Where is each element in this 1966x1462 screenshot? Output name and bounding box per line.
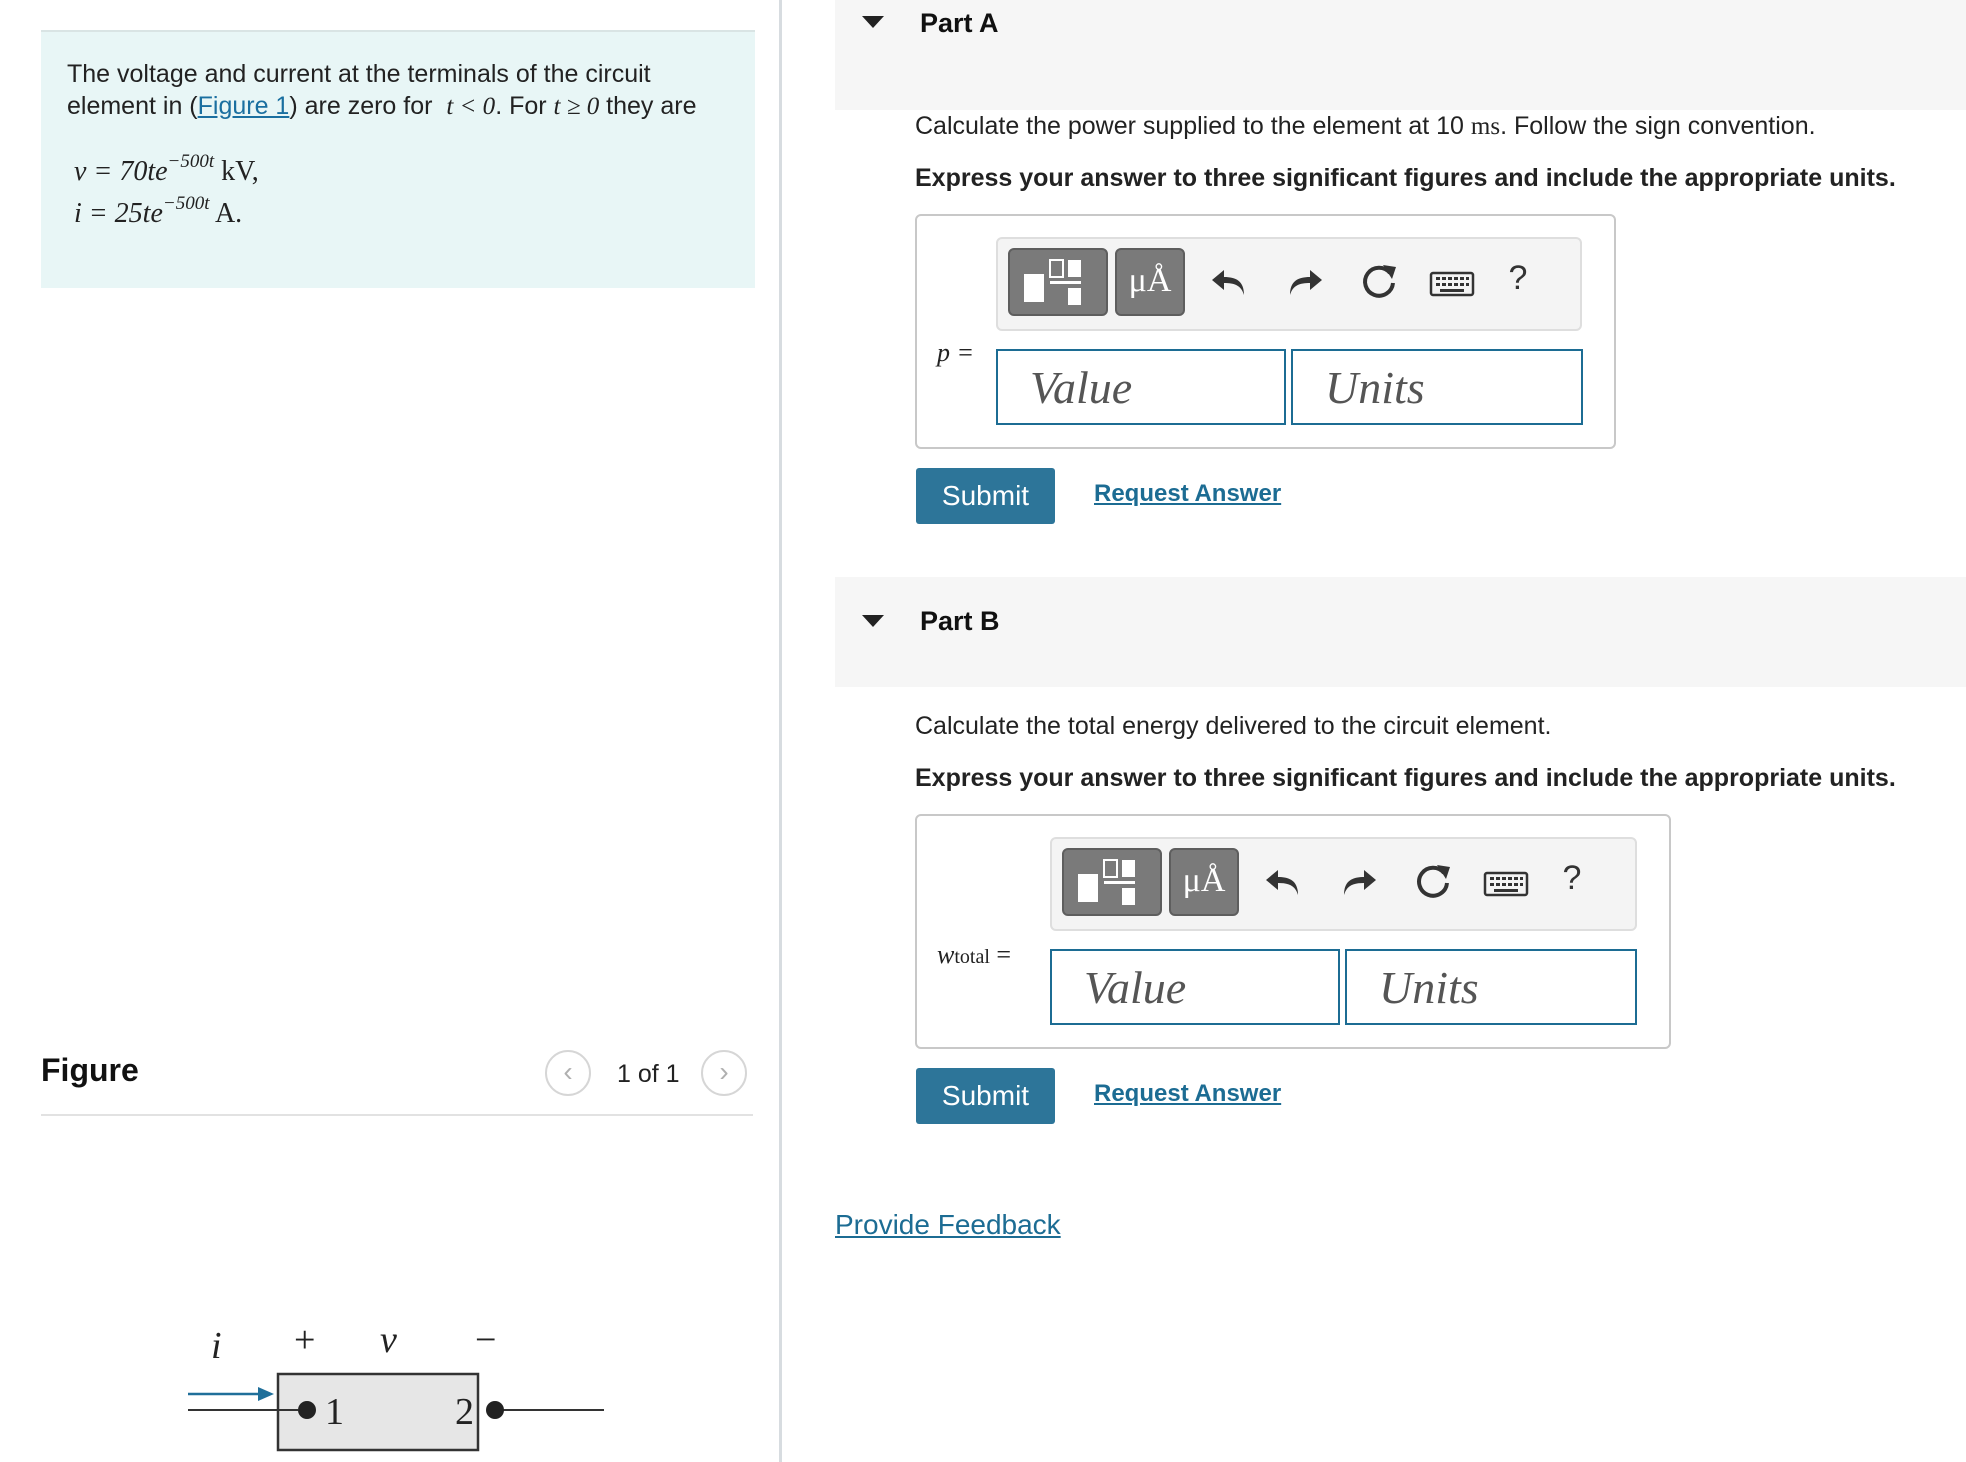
part-a-math-toolbar: μÅ ?: [996, 237, 1582, 331]
chevron-right-icon: ›: [719, 1056, 729, 1087]
minus-sign: −: [475, 1319, 496, 1361]
help-icon[interactable]: ?: [1552, 859, 1592, 905]
problem-text: The voltage and current at the terminals…: [67, 60, 697, 120]
part-b-answer-box: μÅ ? wtotal =: [915, 814, 1671, 1049]
part-b-units-input[interactable]: [1345, 949, 1637, 1025]
part-a-submit-button[interactable]: Submit: [916, 468, 1055, 524]
part-b-header[interactable]: Part B: [835, 577, 1966, 687]
part-a-instruction: Express your answer to three significant…: [915, 164, 1896, 192]
condition-t-negative: t < 0: [446, 93, 496, 120]
part-b-template-button[interactable]: [1062, 848, 1162, 916]
voltage-equation: v = 70te−500t kV,: [74, 151, 259, 187]
part-a-header[interactable]: Part A: [835, 0, 1966, 110]
left-pane: The voltage and current at the terminals…: [0, 0, 780, 1462]
part-a-question: Calculate the power supplied to the elem…: [915, 112, 1816, 140]
part-b-submit-button[interactable]: Submit: [916, 1068, 1055, 1124]
app-root: The voltage and current at the terminals…: [0, 0, 1966, 1462]
figure-title: Figure: [41, 1052, 139, 1088]
terminal-1-dot: [298, 1401, 316, 1419]
plus-sign: +: [294, 1319, 315, 1361]
collapse-part-b-icon[interactable]: [862, 615, 884, 627]
chevron-left-icon: ‹: [563, 1056, 573, 1087]
collapse-part-a-icon[interactable]: [862, 16, 884, 28]
figure-1-link[interactable]: Figure 1: [198, 92, 290, 120]
terminal-2-label: 2: [455, 1391, 474, 1433]
undo-icon[interactable]: [1262, 861, 1306, 905]
next-figure-button[interactable]: ›: [701, 1050, 747, 1096]
part-b-value-input[interactable]: [1050, 949, 1340, 1025]
current-equation: i = 25te−500t A.: [74, 193, 243, 229]
part-b-request-answer-link[interactable]: Request Answer: [1094, 1080, 1281, 1108]
part-a-answer-box: μÅ ? p =: [915, 214, 1616, 449]
part-a-value-input[interactable]: [996, 349, 1286, 425]
current-label: i: [211, 1325, 222, 1367]
part-b-math-toolbar: μÅ ?: [1050, 837, 1637, 931]
circuit-element-figure: i + v − 1 2: [188, 1319, 604, 1452]
part-b-variable-label: wtotal =: [937, 940, 1012, 969]
fraction-template-icon: [1078, 859, 1135, 905]
terminal-2-dot: [486, 1401, 504, 1419]
redo-icon[interactable]: [1282, 261, 1326, 305]
condition-t-nonnegative: t ≥ 0: [553, 93, 600, 120]
figure-header: Figure ‹ 1 of 1 ›: [41, 1040, 753, 1116]
part-b-instruction: Express your answer to three significant…: [915, 764, 1896, 792]
keyboard-icon[interactable]: [1482, 865, 1530, 901]
terminal-1-label: 1: [325, 1391, 344, 1433]
pane-splitter[interactable]: [779, 0, 782, 1462]
problem-statement: The voltage and current at the terminals…: [41, 30, 755, 288]
keyboard-icon[interactable]: [1428, 265, 1476, 301]
part-b-question: Calculate the total energy delivered to …: [915, 712, 1552, 740]
part-a-units-button[interactable]: μÅ: [1115, 248, 1185, 316]
part-a-units-input[interactable]: [1291, 349, 1583, 425]
fraction-template-icon: [1024, 259, 1081, 305]
reset-icon[interactable]: [1356, 259, 1402, 305]
redo-icon[interactable]: [1336, 861, 1380, 905]
help-icon[interactable]: ?: [1498, 259, 1538, 305]
prev-figure-button[interactable]: ‹: [545, 1050, 591, 1096]
part-a-variable-label: p =: [937, 338, 975, 367]
part-a-template-button[interactable]: [1008, 248, 1108, 316]
equations: v = 70te−500t kV, i = 25te−500t A.: [67, 151, 729, 235]
part-b-title: Part B: [920, 606, 1000, 636]
reset-icon[interactable]: [1410, 859, 1456, 905]
current-arrow-head: [258, 1387, 274, 1401]
provide-feedback-link[interactable]: Provide Feedback: [835, 1209, 1061, 1241]
part-a-title: Part A: [920, 8, 999, 38]
part-b-units-button[interactable]: μÅ: [1169, 848, 1239, 916]
figure-pager-text: 1 of 1: [617, 1060, 680, 1088]
voltage-label: v: [380, 1319, 397, 1361]
undo-icon[interactable]: [1208, 261, 1252, 305]
part-a-request-answer-link[interactable]: Request Answer: [1094, 480, 1281, 508]
